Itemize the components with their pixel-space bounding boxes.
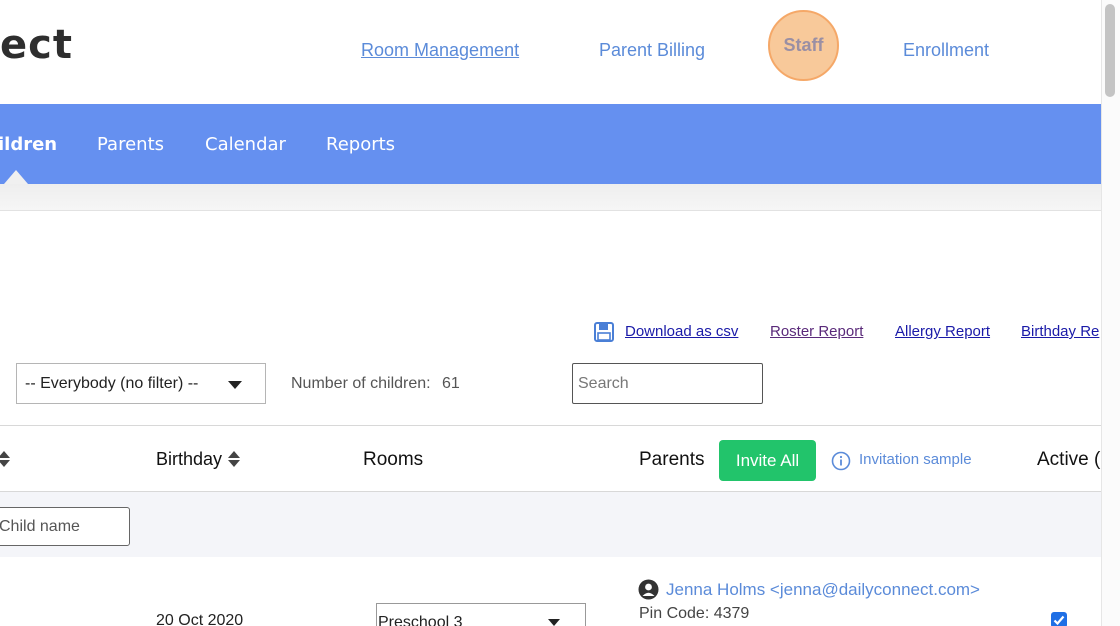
checkmark-icon [1053,615,1065,626]
children-filter-select[interactable]: -- Everybody (no filter) -- [16,363,266,404]
parent-user-icon [638,579,659,600]
app-logo: ect [0,22,73,68]
main-navbar: ildren Parents Calendar Reports [0,104,1101,184]
scrollbar-thumb[interactable] [1105,4,1115,97]
active-column-header: Active ( [1037,449,1101,470]
children-count-value: 61 [442,375,460,392]
tab-calendar[interactable]: Calendar [205,134,286,155]
staff-link-label: Staff [783,35,824,55]
staff-link[interactable]: Staff [768,10,839,81]
invitation-sample-link[interactable]: Invitation sample [859,451,972,468]
sub-toolbar [0,184,1101,211]
children-count-label: Number of children: [291,375,431,392]
roster-report-link[interactable]: Roster Report [770,323,863,340]
birthday-report-link[interactable]: Birthday Re [1021,323,1099,340]
allergy-report-link[interactable]: Allergy Report [895,323,990,340]
active-checkbox[interactable] [1051,612,1067,626]
parent-billing-link[interactable]: Parent Billing [599,40,705,61]
download-csv-link[interactable]: Download as csv [625,323,738,340]
tab-reports[interactable]: Reports [326,134,395,155]
column-filter-row [0,492,1101,557]
caret-down-icon [548,619,560,626]
search-input[interactable] [572,363,763,404]
tab-children[interactable]: ildren [0,134,57,155]
room-selected-value: Preschool 3 [378,614,463,626]
tab-parents[interactable]: Parents [97,134,164,155]
filter-selected-value: -- Everybody (no filter) -- [25,375,199,392]
caret-down-icon [228,381,242,389]
floppy-disk-icon[interactable] [594,322,614,342]
room-select[interactable]: Preschool 3 [376,603,586,626]
invite-all-button[interactable]: Invite All [719,440,816,481]
parents-column-header: Parents [639,449,705,470]
sort-icon[interactable] [227,449,241,469]
child-birthday: 20 Oct 2020 [156,612,244,626]
room-management-link[interactable]: Room Management [361,40,519,61]
active-tab-caret [4,170,28,184]
rooms-column-header: Rooms [363,449,424,470]
info-icon[interactable] [831,451,851,471]
parent-pin-code: Pin Code: 4379 [639,605,750,622]
child-name-filter-input[interactable] [0,507,130,546]
sort-icon[interactable] [0,449,11,469]
enrollment-link[interactable]: Enrollment [903,40,989,61]
table-header-border-top [0,425,1101,426]
birthday-column-header[interactable]: Birthday [156,449,222,470]
parent-contact-link[interactable]: Jenna Holms <jenna@dailyconnect.com> [666,580,980,600]
